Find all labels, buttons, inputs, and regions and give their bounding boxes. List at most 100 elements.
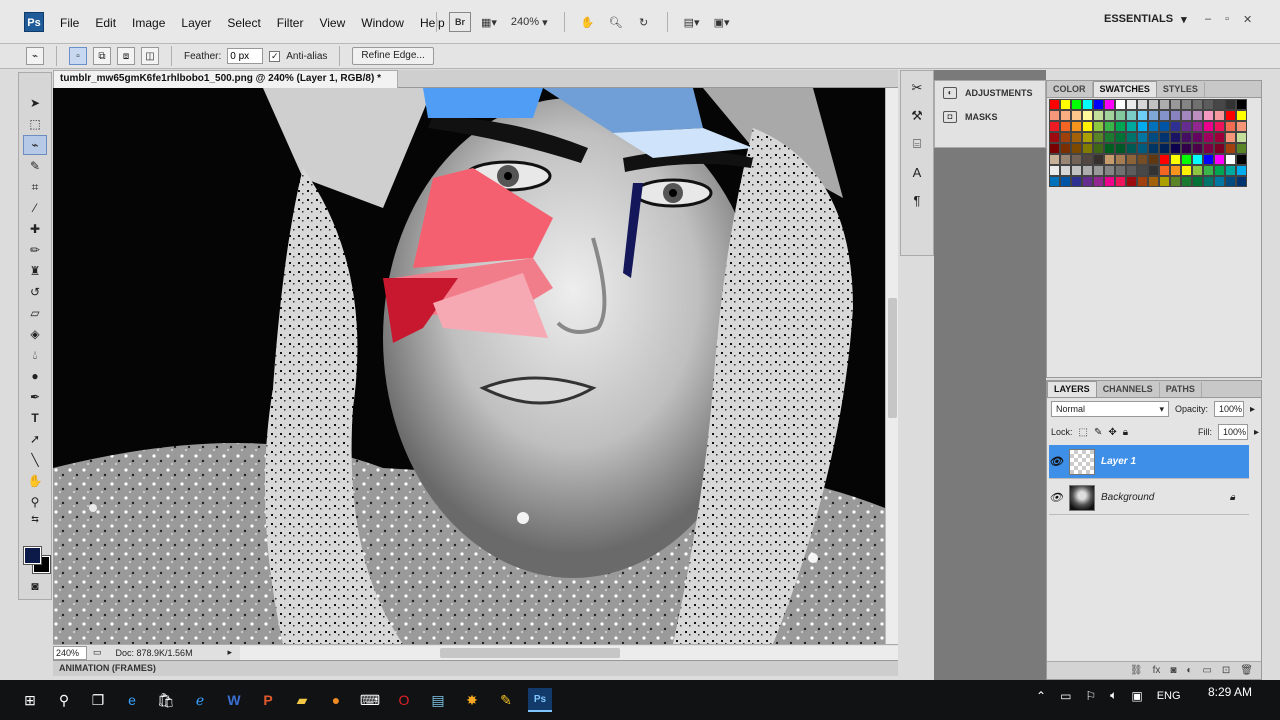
intersect-selection-icon[interactable]: ◫ — [141, 47, 159, 65]
swatch-cell[interactable] — [1181, 143, 1192, 154]
swatch-cell[interactable] — [1126, 154, 1137, 165]
swatch-cell[interactable] — [1093, 121, 1104, 132]
swatch-cell[interactable] — [1214, 132, 1225, 143]
swatch-cell[interactable] — [1126, 143, 1137, 154]
swatch-cell[interactable] — [1181, 121, 1192, 132]
tab-layers[interactable]: LAYERS — [1047, 381, 1097, 397]
swatch-cell[interactable] — [1115, 165, 1126, 176]
menu-file[interactable]: File — [52, 13, 87, 33]
swatch-cell[interactable] — [1170, 154, 1181, 165]
arrange-documents-button[interactable]: ▤▾ — [680, 12, 704, 32]
swatch-cell[interactable] — [1071, 154, 1082, 165]
minimize-button[interactable]: – — [1205, 13, 1211, 26]
swatch-cell[interactable] — [1181, 110, 1192, 121]
swatch-cell[interactable] — [1159, 165, 1170, 176]
swatch-cell[interactable] — [1115, 154, 1126, 165]
bridge-button[interactable]: Br — [449, 12, 471, 32]
screen-mode-button[interactable]: ▣▾ — [710, 12, 734, 32]
swatch-cell[interactable] — [1148, 165, 1159, 176]
type-tool-icon[interactable]: T — [23, 408, 47, 428]
lock-position-icon[interactable]: ✥ — [1108, 427, 1116, 438]
swatch-cell[interactable] — [1159, 176, 1170, 187]
refine-edge-button[interactable]: Refine Edge... — [352, 47, 434, 65]
swatch-cell[interactable] — [1192, 154, 1203, 165]
swatch-cell[interactable] — [1203, 121, 1214, 132]
store-icon[interactable]: 🛍︎ — [154, 688, 178, 712]
path-selection-tool-icon[interactable]: ➚ — [23, 429, 47, 449]
paragraph-panel-icon[interactable]: ¶ — [904, 189, 930, 211]
swatch-cell[interactable] — [1214, 176, 1225, 187]
file-explorer-icon[interactable]: ▰ — [290, 688, 314, 712]
swatch-cell[interactable] — [1104, 165, 1115, 176]
adjustment-layer-icon[interactable]: ◐ — [1186, 665, 1192, 676]
swatch-cell[interactable] — [1049, 110, 1060, 121]
swatch-cell[interactable] — [1126, 176, 1137, 187]
swatch-cell[interactable] — [1060, 132, 1071, 143]
task-view-icon[interactable]: ❐ — [86, 688, 110, 712]
swatch-cell[interactable] — [1049, 132, 1060, 143]
swatch-cell[interactable] — [1093, 154, 1104, 165]
menu-image[interactable]: Image — [124, 13, 173, 33]
quick-mask-icon[interactable]: ◙ — [23, 576, 47, 596]
subtract-selection-icon[interactable]: ⧈ — [117, 47, 135, 65]
swatch-cell[interactable] — [1137, 132, 1148, 143]
masks-tab[interactable]: ◘ MASKS — [935, 105, 1045, 129]
swatch-cell[interactable] — [1192, 165, 1203, 176]
fill-field[interactable]: 100% — [1217, 424, 1248, 440]
swatch-cell[interactable] — [1071, 132, 1082, 143]
layer-row-layer1[interactable]: 👁︎ Layer 1 — [1049, 445, 1249, 479]
workspace-switcher[interactable]: ESSENTIALS ▾ — [1104, 13, 1187, 26]
swatch-cell[interactable] — [1170, 132, 1181, 143]
swatch-cell[interactable] — [1049, 154, 1060, 165]
swatch-cell[interactable] — [1049, 143, 1060, 154]
swatch-cell[interactable] — [1181, 99, 1192, 110]
lasso-tool-icon[interactable]: ⌁ — [23, 135, 47, 155]
tab-swatches[interactable]: SWATCHES — [1092, 81, 1157, 97]
word-icon[interactable]: W — [222, 688, 246, 712]
character-panel-icon[interactable]: A — [904, 161, 930, 183]
menu-edit[interactable]: Edit — [87, 13, 124, 33]
swatch-cell[interactable] — [1203, 165, 1214, 176]
lock-transparency-icon[interactable]: ⬚ — [1079, 427, 1088, 438]
network-icon[interactable]: ⚐ — [1085, 689, 1096, 703]
swatch-cell[interactable] — [1104, 110, 1115, 121]
history-brush-tool-icon[interactable]: ↺ — [23, 282, 47, 302]
swatch-cell[interactable] — [1082, 143, 1093, 154]
hand-tool-icon[interactable]: ✋ — [577, 12, 599, 32]
move-tool-icon[interactable]: ➤ — [23, 93, 47, 113]
feather-input[interactable] — [227, 48, 264, 64]
polygonal-lasso-preset-icon[interactable]: ⌁ — [26, 47, 44, 65]
tab-channels[interactable]: CHANNELS — [1097, 382, 1160, 397]
menu-view[interactable]: View — [311, 13, 353, 33]
swatch-cell[interactable] — [1071, 99, 1082, 110]
crop-tool-icon[interactable]: ⌗ — [23, 177, 47, 197]
dodge-tool-icon[interactable]: ● — [23, 366, 47, 386]
swatch-cell[interactable] — [1170, 99, 1181, 110]
swatch-cell[interactable] — [1082, 165, 1093, 176]
swatch-cell[interactable] — [1060, 110, 1071, 121]
swatch-cell[interactable] — [1159, 99, 1170, 110]
lock-all-icon[interactable]: 🔒︎ — [1123, 427, 1128, 438]
swatch-cell[interactable] — [1236, 132, 1247, 143]
swatch-cell[interactable] — [1214, 99, 1225, 110]
swatch-cell[interactable] — [1159, 121, 1170, 132]
status-menu-icon[interactable]: ▭ — [93, 647, 102, 658]
photoshop-taskbar-icon[interactable]: Ps — [528, 688, 552, 712]
ie-browser-icon[interactable]: ℯ — [188, 688, 212, 712]
swatch-cell[interactable] — [1236, 110, 1247, 121]
swatch-cell[interactable] — [1115, 99, 1126, 110]
swatch-cell[interactable] — [1060, 143, 1071, 154]
fill-arrow-icon[interactable]: ▸ — [1254, 427, 1259, 438]
visibility-eye-icon[interactable]: 👁︎ — [1049, 491, 1063, 505]
swatch-cell[interactable] — [1115, 143, 1126, 154]
swatch-cell[interactable] — [1203, 132, 1214, 143]
add-mask-icon[interactable]: ◙ — [1170, 665, 1176, 676]
zoom-tool-icon[interactable]: ⚲ — [23, 492, 47, 512]
swatch-cell[interactable] — [1137, 121, 1148, 132]
show-hidden-icons-icon[interactable]: ⌃ — [1036, 689, 1046, 703]
swatch-cell[interactable] — [1225, 143, 1236, 154]
swatch-cell[interactable] — [1214, 143, 1225, 154]
swatch-cell[interactable] — [1192, 99, 1203, 110]
swatch-cell[interactable] — [1170, 121, 1181, 132]
swap-colors-icon[interactable]: ⇆ — [23, 513, 47, 525]
